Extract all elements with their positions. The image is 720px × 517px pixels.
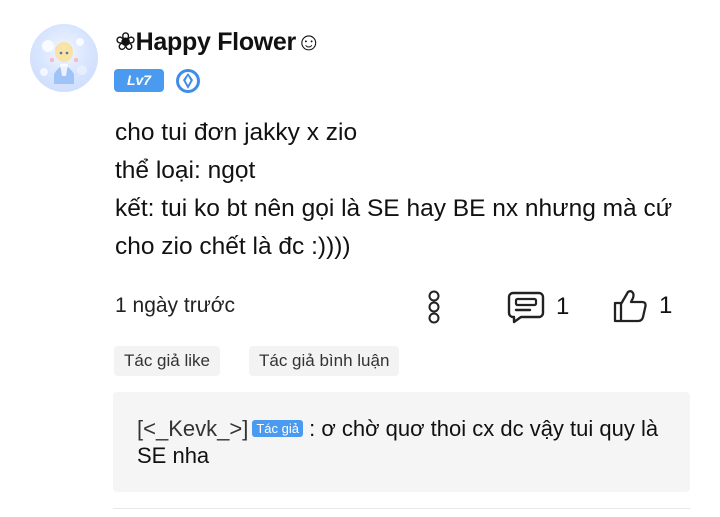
comment-icon [507, 291, 545, 324]
reply-button[interactable]: 1 [507, 289, 569, 325]
comment-body-line: cho zio chết là đc :)))) [115, 233, 351, 260]
timestamp: 1 ngày trước [115, 294, 236, 317]
avatar[interactable] [30, 24, 98, 92]
comment-card: ❀Happy Flower☺ Lv7 cho tui đơn jakky x z… [0, 0, 720, 517]
comment-body-line: thể loại: ngọt [115, 157, 256, 184]
thumbs-up-icon [613, 290, 647, 323]
avatar-icon [40, 38, 87, 84]
reply-count: 1 [556, 293, 570, 320]
author-liked-tag: Tác giả like [114, 346, 220, 376]
like-button[interactable]: 1 [612, 288, 672, 324]
like-count: 1 [659, 292, 673, 319]
reply-content: [<_Kevk_>] Tác giả : ơ chờ quơ thoi cx dc… [137, 415, 677, 469]
divider [113, 508, 690, 509]
more-vertical-icon [428, 290, 440, 324]
more-options-button[interactable] [424, 290, 444, 324]
comment-body-line: cho tui đơn jakky x zio [115, 119, 358, 146]
reply-separator: : [309, 416, 316, 441]
reply-author[interactable]: [<_Kevk_>] [137, 416, 248, 441]
username[interactable]: ❀Happy Flower☺ [115, 27, 322, 57]
author-badge: Tác giả [252, 420, 303, 437]
comment-body: cho tui đơn jakky x zio thể loại: ngọt k… [115, 114, 695, 266]
author-commented-tag: Tác giả bình luận [249, 346, 400, 376]
reply-preview[interactable]: [<_Kevk_>] Tác giả : ơ chờ quơ thoi cx dc… [113, 392, 690, 492]
level-badge: Lv7 [114, 69, 164, 92]
rank-badge-icon [175, 68, 201, 94]
comment-body-line: kết: tui ko bt nên gọi là SE hay BE nx n… [115, 195, 673, 222]
